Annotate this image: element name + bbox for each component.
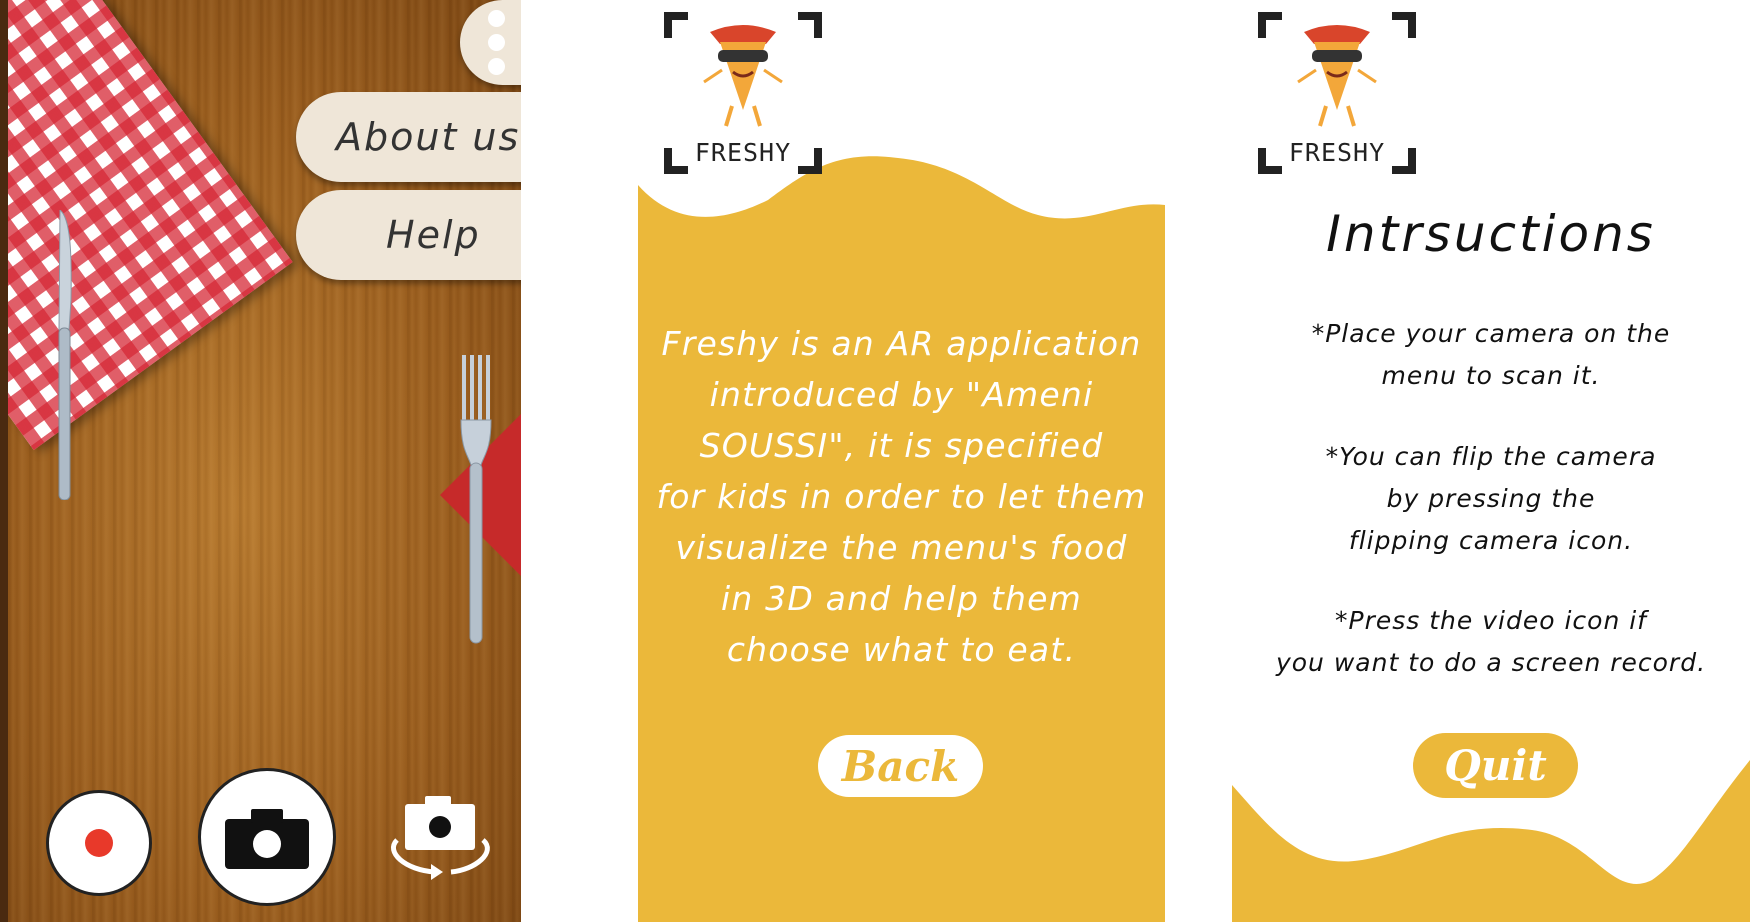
overflow-menu-button[interactable] <box>460 0 521 85</box>
help-label: Help <box>386 213 481 257</box>
back-button[interactable]: Back <box>818 735 983 797</box>
camera-icon <box>225 809 309 869</box>
about-line: in 3D and help them <box>721 579 1082 618</box>
quit-button[interactable]: Quit <box>1413 733 1578 798</box>
record-icon <box>85 829 113 857</box>
freshy-logo: FRESHY <box>1256 10 1418 176</box>
checkered-napkin <box>8 0 293 451</box>
about-us-button[interactable]: About us <box>296 92 521 182</box>
about-line: SOUSSI", it is specified <box>699 426 1104 465</box>
instruction-line: by pressing the <box>1386 484 1596 513</box>
knife-image <box>58 210 72 500</box>
about-screen: FRESHY Freshy is an AR application intro… <box>638 0 1165 922</box>
about-line: Freshy is an AR application <box>661 324 1142 363</box>
dot-icon <box>488 10 505 27</box>
instructions-screen: FRESHY Intrsuctions *Place your camera o… <box>1232 0 1750 922</box>
about-line: introduced by "Ameni <box>709 375 1094 414</box>
flip-camera-icon[interactable] <box>375 792 505 882</box>
back-label: Back <box>841 741 960 791</box>
dot-icon <box>488 34 505 51</box>
logo-text: FRESHY <box>694 138 792 167</box>
help-button[interactable]: Help <box>296 190 521 280</box>
freshy-logo: FRESHY <box>662 10 824 176</box>
about-description: Freshy is an AR application introduced b… <box>638 318 1165 675</box>
camera-screen: About us Help <box>0 0 521 922</box>
about-line: choose what to eat. <box>726 630 1077 669</box>
instruction-line: you want to do a screen record. <box>1275 648 1707 677</box>
quit-label: Quit <box>1444 741 1547 790</box>
instruction-line: flipping camera icon. <box>1348 526 1634 555</box>
instruction-line: *Press the video icon if <box>1335 606 1647 635</box>
about-us-label: About us <box>336 115 521 159</box>
record-button[interactable] <box>46 790 152 896</box>
instruction-line: menu to scan it. <box>1381 361 1601 390</box>
instruction-line: *Place your camera on the <box>1311 319 1671 348</box>
fork-image <box>460 355 492 644</box>
dot-icon <box>488 58 505 75</box>
about-line: visualize the menu's food <box>675 528 1128 567</box>
capture-button[interactable] <box>198 768 336 906</box>
instruction-line: *You can flip the camera <box>1325 442 1657 471</box>
page-title: Intrsuctions <box>1326 205 1656 263</box>
logo-text: FRESHY <box>1288 138 1386 167</box>
about-line: for kids in order to let them <box>656 477 1147 516</box>
